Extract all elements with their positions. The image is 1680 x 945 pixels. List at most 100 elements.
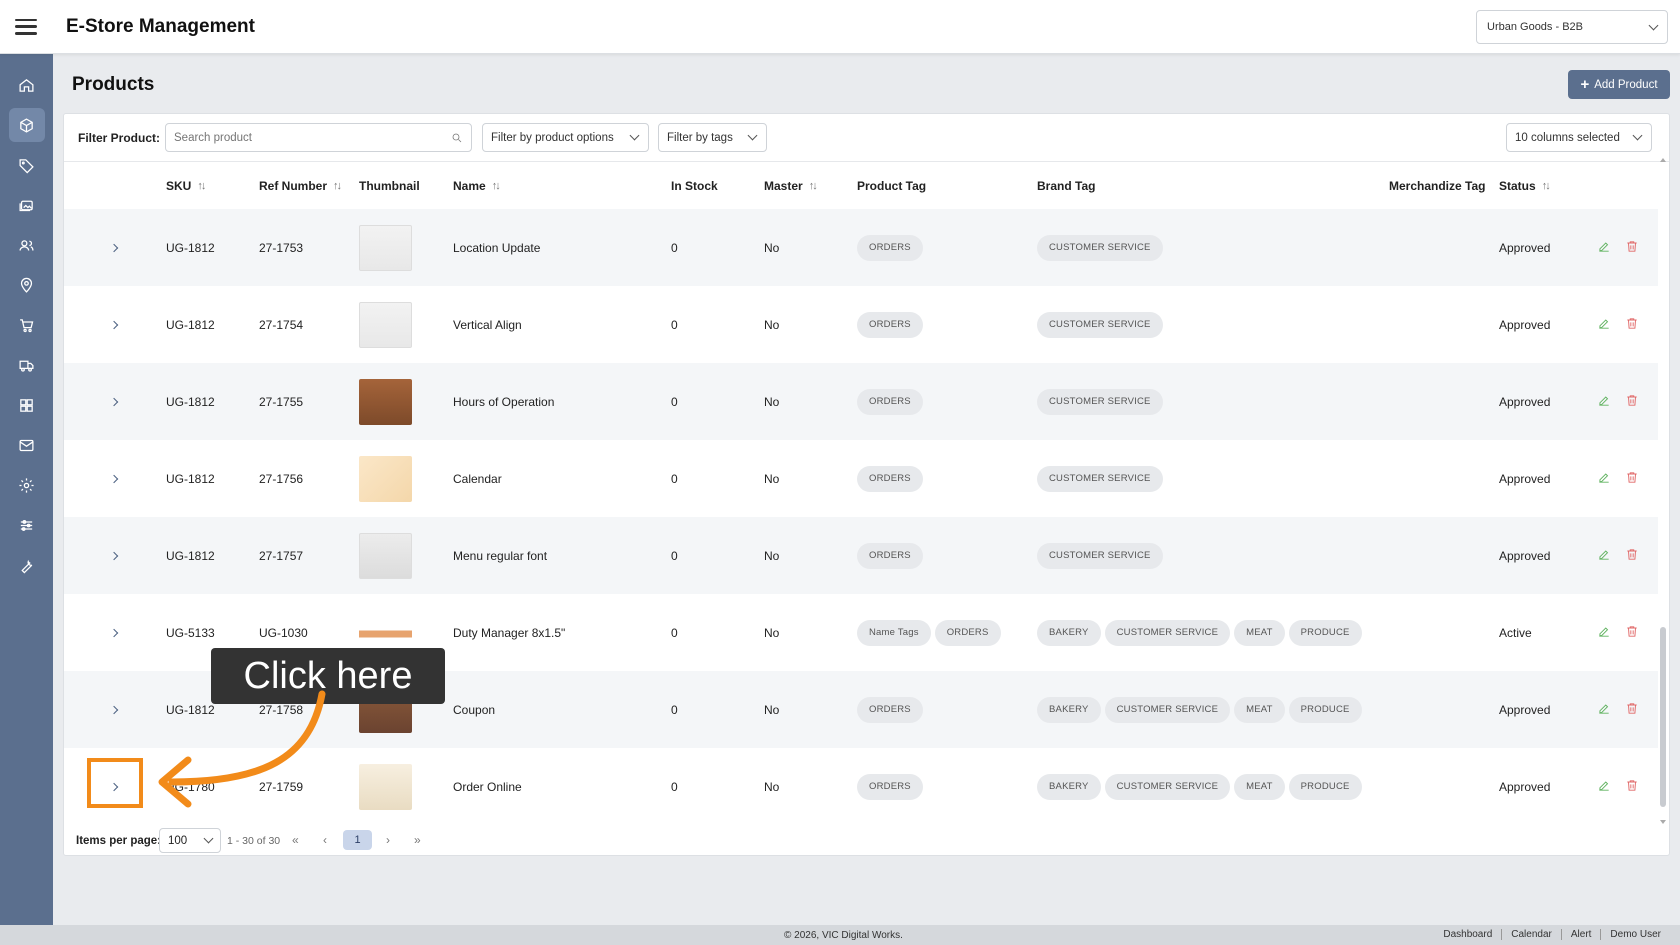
- footer-link-dashboard[interactable]: Dashboard: [1434, 929, 1501, 940]
- sidebar-products-icon[interactable]: [8, 108, 45, 142]
- items-per-page-select[interactable]: 100: [159, 828, 221, 853]
- delete-icon[interactable]: [1625, 547, 1639, 564]
- sidebar-tools-icon[interactable]: [9, 548, 45, 582]
- product-tag-chip[interactable]: ORDERS: [857, 234, 923, 261]
- sidebar-users-icon[interactable]: [9, 228, 45, 262]
- scroll-up-icon[interactable]: [1660, 158, 1666, 162]
- sidebar-delivery-icon[interactable]: [9, 348, 45, 382]
- column-header-sku[interactable]: SKU ↑↓: [166, 179, 206, 193]
- edit-icon[interactable]: [1597, 239, 1611, 256]
- product-thumbnail[interactable]: [359, 301, 412, 348]
- brand-tag-chip[interactable]: CUSTOMER SERVICE: [1037, 388, 1163, 415]
- product-thumbnail[interactable]: [359, 378, 412, 425]
- column-header-name[interactable]: Name ↑↓: [453, 179, 501, 193]
- next-page-icon[interactable]: ›: [386, 833, 390, 847]
- sidebar-sliders-icon[interactable]: [9, 508, 45, 542]
- sort-icon[interactable]: ↑↓: [197, 180, 206, 192]
- brand-tag-chip[interactable]: CUSTOMER SERVICE: [1104, 619, 1231, 646]
- search-icon[interactable]: [451, 132, 463, 144]
- delete-icon[interactable]: [1625, 393, 1639, 410]
- column-header-master[interactable]: Master ↑↓: [764, 179, 818, 193]
- delete-icon[interactable]: [1625, 701, 1639, 718]
- product-thumbnail[interactable]: [359, 455, 412, 502]
- delete-icon[interactable]: [1625, 470, 1639, 487]
- product-tag-chip[interactable]: ORDERS: [857, 542, 923, 569]
- delete-icon[interactable]: [1625, 624, 1639, 641]
- footer-link-calendar[interactable]: Calendar: [1501, 929, 1561, 940]
- product-options-filter[interactable]: Filter by product options: [482, 123, 649, 152]
- current-page-button[interactable]: 1: [343, 830, 372, 850]
- brand-tag-chip[interactable]: BAKERY: [1037, 773, 1101, 800]
- sidebar-dashboard-icon[interactable]: [9, 388, 45, 422]
- brand-tag-chip[interactable]: MEAT: [1234, 696, 1285, 723]
- sidebar-cart-icon[interactable]: [9, 308, 45, 342]
- brand-tag-chip[interactable]: BAKERY: [1037, 619, 1101, 646]
- brand-tag-chip[interactable]: CUSTOMER SERVICE: [1037, 234, 1163, 261]
- expand-row-button[interactable]: [108, 703, 122, 717]
- sort-icon[interactable]: ↑↓: [1542, 180, 1551, 192]
- edit-icon[interactable]: [1597, 547, 1611, 564]
- sidebar-home-icon[interactable]: [9, 68, 45, 102]
- edit-icon[interactable]: [1597, 393, 1611, 410]
- brand-tag-chip[interactable]: PRODUCE: [1288, 773, 1362, 800]
- delete-icon[interactable]: [1625, 778, 1639, 795]
- brand-tag-chip[interactable]: CUSTOMER SERVICE: [1104, 773, 1231, 800]
- edit-icon[interactable]: [1597, 316, 1611, 333]
- column-header-status[interactable]: Status ↑↓: [1499, 179, 1551, 193]
- first-page-icon[interactable]: «: [292, 833, 299, 847]
- brand-tag-chip[interactable]: CUSTOMER SERVICE: [1037, 465, 1163, 492]
- sidebar-settings-icon[interactable]: [9, 468, 45, 502]
- edit-icon[interactable]: [1597, 701, 1611, 718]
- product-tag-chip[interactable]: ORDERS: [857, 388, 923, 415]
- delete-icon[interactable]: [1625, 239, 1639, 256]
- product-tag-chip[interactable]: ORDERS: [857, 773, 923, 800]
- expand-row-button[interactable]: [108, 318, 122, 332]
- delete-icon[interactable]: [1625, 316, 1639, 333]
- last-page-icon[interactable]: »: [414, 833, 421, 847]
- footer-link-alert[interactable]: Alert: [1560, 929, 1601, 940]
- scroll-down-icon[interactable]: [1660, 820, 1666, 824]
- edit-icon[interactable]: [1597, 778, 1611, 795]
- columns-selector[interactable]: 10 columns selected: [1506, 123, 1652, 152]
- sidebar-mail-icon[interactable]: [9, 428, 45, 462]
- brand-tag-chip[interactable]: MEAT: [1234, 773, 1285, 800]
- brand-tag-chip[interactable]: CUSTOMER SERVICE: [1104, 696, 1231, 723]
- tags-filter[interactable]: Filter by tags: [658, 123, 767, 152]
- search-input[interactable]: [174, 131, 444, 144]
- brand-tag-chip[interactable]: BAKERY: [1037, 696, 1101, 723]
- edit-icon[interactable]: [1597, 470, 1611, 487]
- product-tag-chip[interactable]: ORDERS: [934, 619, 1001, 646]
- product-thumbnail[interactable]: [359, 532, 412, 579]
- brand-tag-chip[interactable]: CUSTOMER SERVICE: [1037, 311, 1163, 338]
- brand-tag-chip[interactable]: MEAT: [1234, 619, 1285, 646]
- scroll-thumb[interactable]: [1660, 627, 1666, 807]
- product-tag-chip[interactable]: ORDERS: [857, 311, 923, 338]
- footer-link-user[interactable]: Demo User: [1600, 929, 1670, 940]
- prev-page-icon[interactable]: ‹: [323, 833, 327, 847]
- expand-row-button[interactable]: [108, 395, 122, 409]
- sort-icon[interactable]: ↑↓: [809, 180, 818, 192]
- column-header-ref[interactable]: Ref Number ↑↓: [259, 179, 342, 193]
- expand-row-button[interactable]: [108, 626, 122, 640]
- sort-icon[interactable]: ↑↓: [492, 180, 501, 192]
- product-thumbnail[interactable]: [359, 224, 412, 271]
- product-tag-chip[interactable]: Name Tags: [857, 619, 931, 646]
- product-tag-chip[interactable]: ORDERS: [857, 696, 923, 723]
- expand-row-button[interactable]: [108, 241, 122, 255]
- edit-icon[interactable]: [1597, 624, 1611, 641]
- product-tag-chip[interactable]: ORDERS: [857, 465, 923, 492]
- sidebar-tags-icon[interactable]: [9, 148, 45, 182]
- sort-icon[interactable]: ↑↓: [333, 180, 342, 192]
- expand-row-button[interactable]: [108, 472, 122, 486]
- scrollbar[interactable]: [1659, 158, 1667, 824]
- brand-tag-chip[interactable]: CUSTOMER SERVICE: [1037, 542, 1163, 569]
- add-product-button[interactable]: + Add Product: [1568, 70, 1670, 99]
- store-selector[interactable]: Urban Goods - B2B: [1476, 10, 1668, 44]
- product-thumbnail[interactable]: [359, 763, 412, 810]
- sidebar-location-icon[interactable]: [9, 268, 45, 302]
- sidebar-images-icon[interactable]: [9, 188, 45, 222]
- expand-row-button[interactable]: [108, 549, 122, 563]
- brand-tag-chip[interactable]: PRODUCE: [1288, 619, 1362, 646]
- menu-icon[interactable]: [15, 18, 37, 35]
- brand-tag-chip[interactable]: PRODUCE: [1288, 696, 1362, 723]
